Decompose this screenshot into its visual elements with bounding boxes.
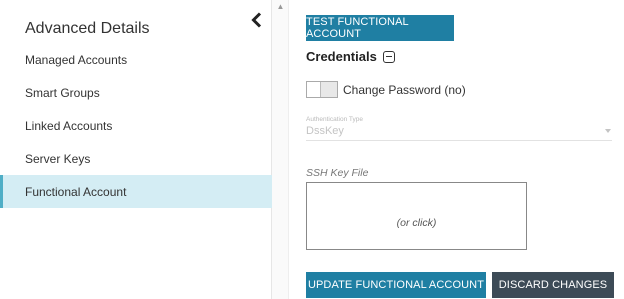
chevron-left-icon [250, 12, 261, 28]
toggle-knob [307, 82, 321, 97]
ssh-key-file-label: SSH Key File [306, 167, 369, 179]
collapse-minus-icon[interactable] [382, 50, 395, 63]
credentials-section-header[interactable]: Credentials [306, 49, 395, 64]
sidebar-item-managed-accounts[interactable]: Managed Accounts [0, 43, 272, 76]
sidebar-item-label: Functional Account [25, 184, 127, 199]
select-underline [306, 140, 612, 141]
ssh-key-file-dropzone[interactable]: (or click) [306, 182, 527, 250]
sidebar-item-smart-groups[interactable]: Smart Groups [0, 76, 272, 109]
dropzone-hint: (or click) [396, 217, 437, 229]
change-password-toggle[interactable] [306, 81, 338, 98]
advanced-details-sidebar: Advanced Details Managed Accounts Smart … [0, 0, 272, 299]
section-title: Credentials [306, 49, 377, 64]
sidebar-title: Advanced Details [25, 20, 150, 37]
change-password-label: Change Password (no) [343, 83, 466, 97]
sidebar-item-label: Linked Accounts [25, 118, 113, 133]
sidebar-item-label: Smart Groups [25, 85, 100, 100]
scroll-up-arrow-icon[interactable]: ▲ [272, 2, 289, 11]
sidebar-item-server-keys[interactable]: Server Keys [0, 142, 272, 175]
sidebar-scrollbar[interactable]: ▲ [272, 0, 289, 299]
sidebar-item-label: Server Keys [25, 151, 91, 166]
dropdown-caret-icon[interactable] [605, 129, 611, 133]
sidebar-item-label: Managed Accounts [25, 52, 128, 67]
authentication-type-label: Authentication Type [306, 116, 363, 123]
collapse-sidebar-button[interactable] [248, 10, 264, 30]
discard-changes-button[interactable]: DISCARD CHANGES [492, 272, 614, 298]
authentication-type-select[interactable]: DssKey [306, 125, 344, 137]
functional-account-panel: TEST FUNCTIONAL ACCOUNT Credentials Chan… [290, 0, 624, 299]
sidebar-item-linked-accounts[interactable]: Linked Accounts [0, 109, 272, 142]
update-functional-account-button[interactable]: UPDATE FUNCTIONAL ACCOUNT [306, 272, 486, 298]
test-functional-account-button[interactable]: TEST FUNCTIONAL ACCOUNT [306, 15, 454, 41]
sidebar-item-functional-account[interactable]: Functional Account [0, 175, 272, 208]
